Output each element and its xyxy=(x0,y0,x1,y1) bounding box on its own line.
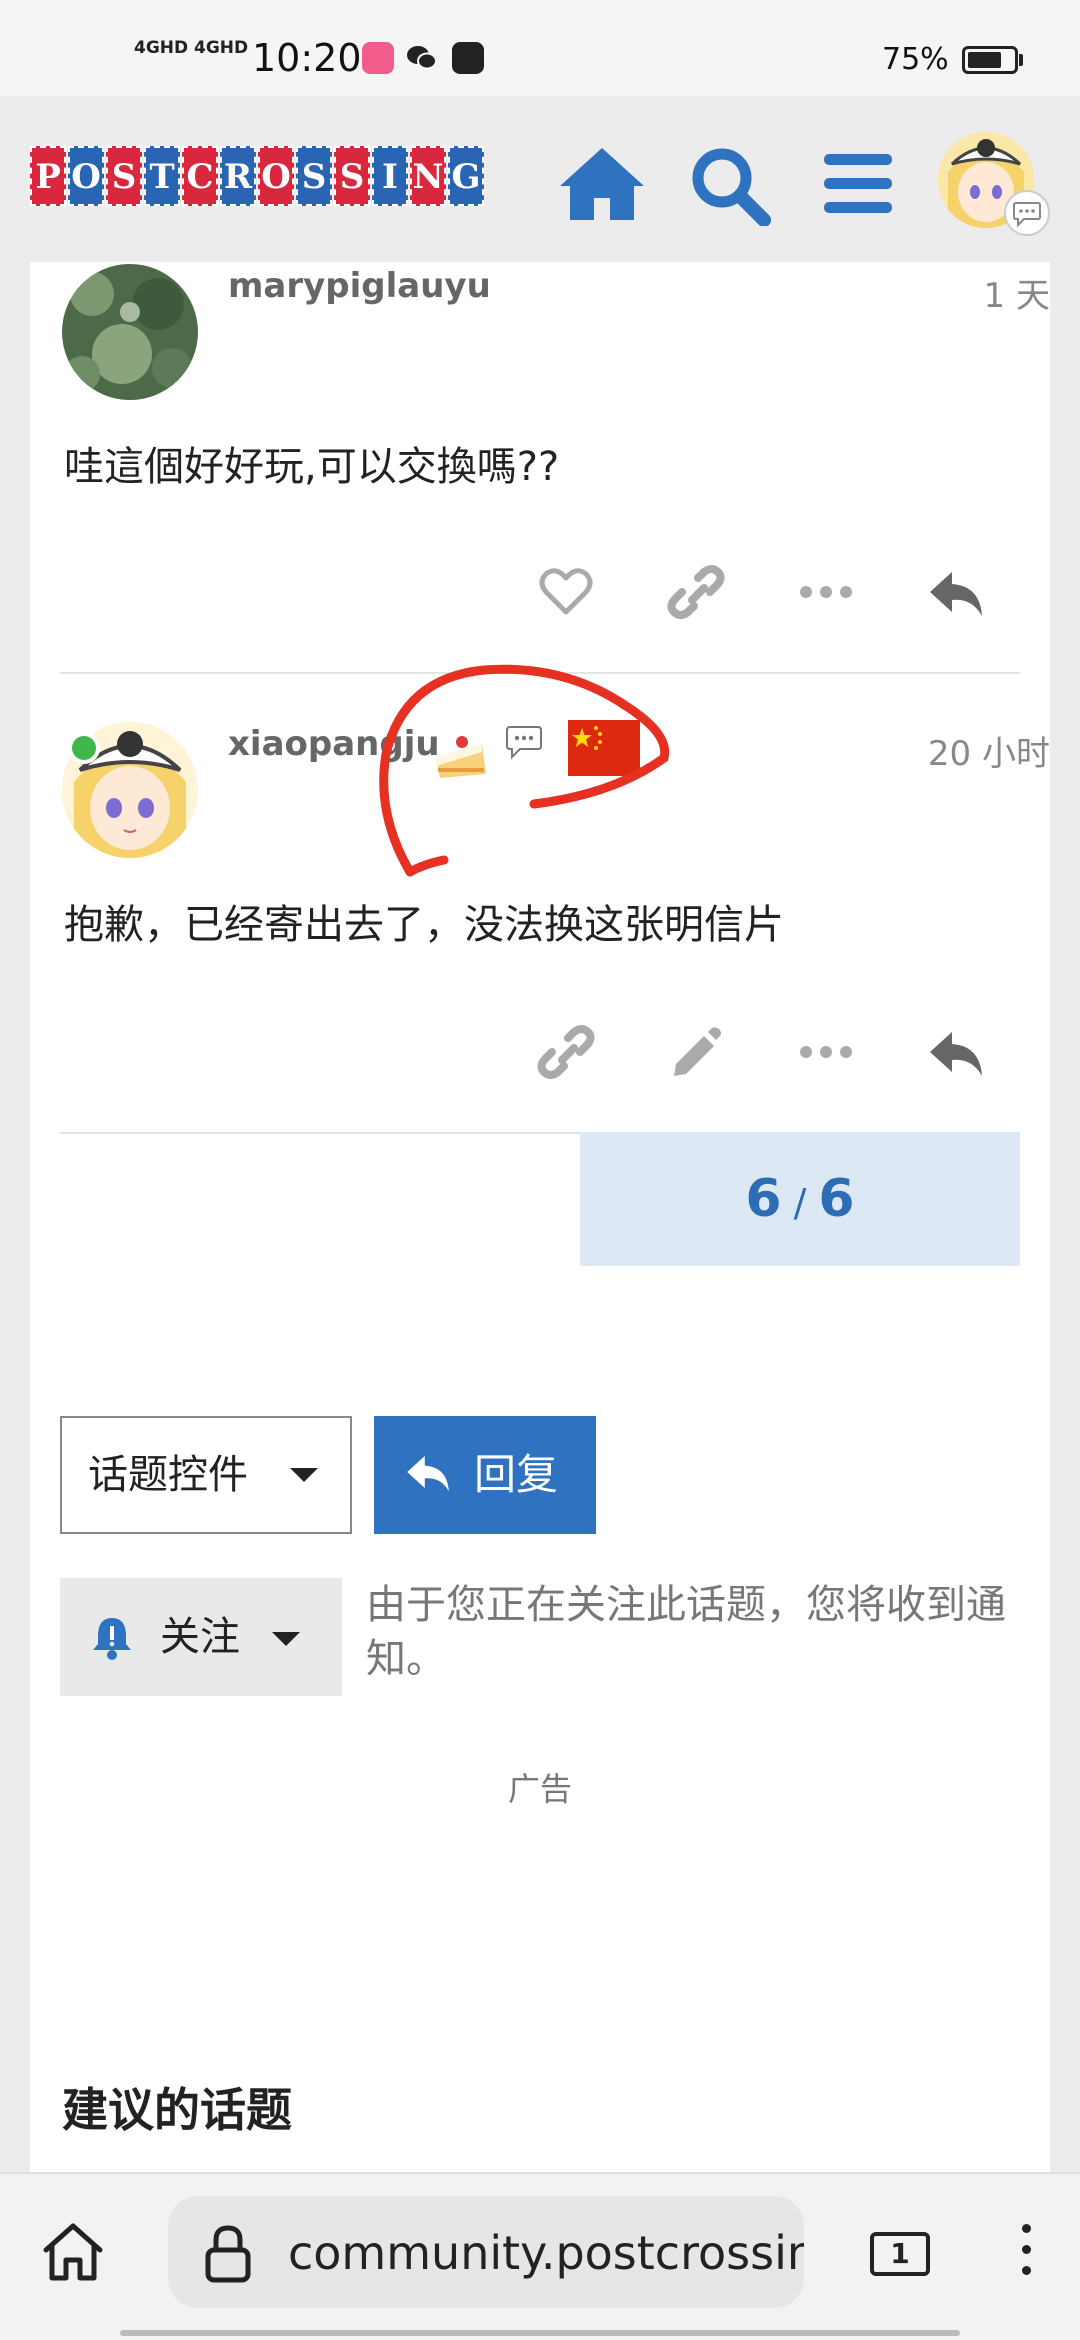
link-icon[interactable] xyxy=(536,1022,596,1082)
hamburger-menu-icon[interactable] xyxy=(810,140,906,226)
progress-total: 6 xyxy=(818,1169,855,1229)
logo-letter: O xyxy=(68,146,104,206)
app-notification-icon-2 xyxy=(452,42,484,74)
logo-letter: C xyxy=(182,146,218,206)
post-progress-indicator[interactable]: 6/6 xyxy=(580,1132,1020,1266)
notification-level-button[interactable]: 关注 xyxy=(60,1578,342,1696)
progress-current: 6 xyxy=(745,1169,782,1229)
post-time[interactable]: 1 天 xyxy=(984,268,1050,317)
watch-label: 关注 xyxy=(160,1614,240,1660)
link-icon[interactable] xyxy=(666,562,726,622)
logo-letter: S xyxy=(334,146,370,206)
home-icon[interactable] xyxy=(554,140,650,226)
timeline-divider xyxy=(60,1132,580,1134)
site-header: POSTCROSSING xyxy=(0,96,1080,262)
ad-label: 广告 xyxy=(507,1770,572,1808)
reply-icon[interactable] xyxy=(926,562,986,622)
browser-toolbar: community.postcrossing 1 xyxy=(0,2172,1080,2340)
post-body: 哇這個好好玩,可以交換嗎?? xyxy=(64,444,560,490)
search-icon[interactable] xyxy=(682,140,778,227)
reply-icon[interactable] xyxy=(926,1022,986,1082)
app-notification-icon xyxy=(362,42,394,74)
caret-down-icon xyxy=(272,1632,300,1646)
battery-icon xyxy=(962,46,1018,74)
reply-label: 回复 xyxy=(474,1450,559,1499)
logo-letter: P xyxy=(30,146,66,206)
address-bar[interactable]: community.postcrossing xyxy=(168,2196,804,2308)
battery-tip xyxy=(1019,54,1023,66)
tab-switcher-button[interactable]: 1 xyxy=(870,2232,930,2276)
online-status-indicator xyxy=(68,732,100,764)
more-icon[interactable] xyxy=(796,1022,856,1082)
url-text: community.postcrossing xyxy=(288,2226,804,2280)
topic-controls-label: 话题控件 xyxy=(88,1452,248,1498)
more-icon[interactable] xyxy=(796,562,856,622)
status-bar: 4GHD 4GHD 10:20 75% xyxy=(0,0,1080,96)
logo-letter: S xyxy=(296,146,332,206)
post-body: 抱歉，已经寄出去了，没法换这张明信片 xyxy=(64,902,784,948)
gesture-bar xyxy=(120,2330,960,2336)
wechat-icon xyxy=(406,42,438,74)
post-username[interactable]: marypiglauyu xyxy=(228,266,491,306)
battery-percent: 75% xyxy=(882,42,949,77)
signal-indicator-2: 4GHD xyxy=(194,38,249,58)
progress-separator: / xyxy=(793,1181,807,1225)
suggested-topics-heading: 建议的话题 xyxy=(62,2083,292,2137)
logo-letter: N xyxy=(410,146,446,206)
notification-note: 由于您正在关注此话题，您将收到通知。 xyxy=(366,1582,1006,1682)
reply-icon xyxy=(407,1456,449,1492)
logo-letter: O xyxy=(258,146,294,206)
topic-controls-button[interactable]: 话题控件 xyxy=(60,1416,352,1534)
logo-letter: R xyxy=(220,146,256,206)
logo-letter: T xyxy=(144,146,180,206)
annotation-circle xyxy=(364,654,684,886)
postcrossing-logo[interactable]: POSTCROSSING xyxy=(30,146,486,206)
reply-button[interactable]: 回复 xyxy=(374,1416,596,1534)
chat-bubble-icon[interactable] xyxy=(1004,190,1050,236)
signal-indicator: 4GHD xyxy=(134,38,189,58)
browser-home-icon[interactable] xyxy=(38,2218,108,2288)
bell-icon xyxy=(93,1618,131,1660)
caret-down-icon xyxy=(290,1468,318,1482)
clock: 10:20 xyxy=(252,36,362,80)
logo-letter: G xyxy=(448,146,484,206)
post-time[interactable]: 20 小时 xyxy=(928,726,1050,775)
avatar[interactable] xyxy=(62,264,198,400)
browser-menu-icon[interactable] xyxy=(1018,2224,1034,2287)
logo-letter: S xyxy=(106,146,142,206)
lock-icon xyxy=(205,2225,251,2283)
heart-icon[interactable] xyxy=(536,562,596,622)
edit-icon[interactable] xyxy=(666,1022,726,1082)
logo-letter: I xyxy=(372,146,408,206)
